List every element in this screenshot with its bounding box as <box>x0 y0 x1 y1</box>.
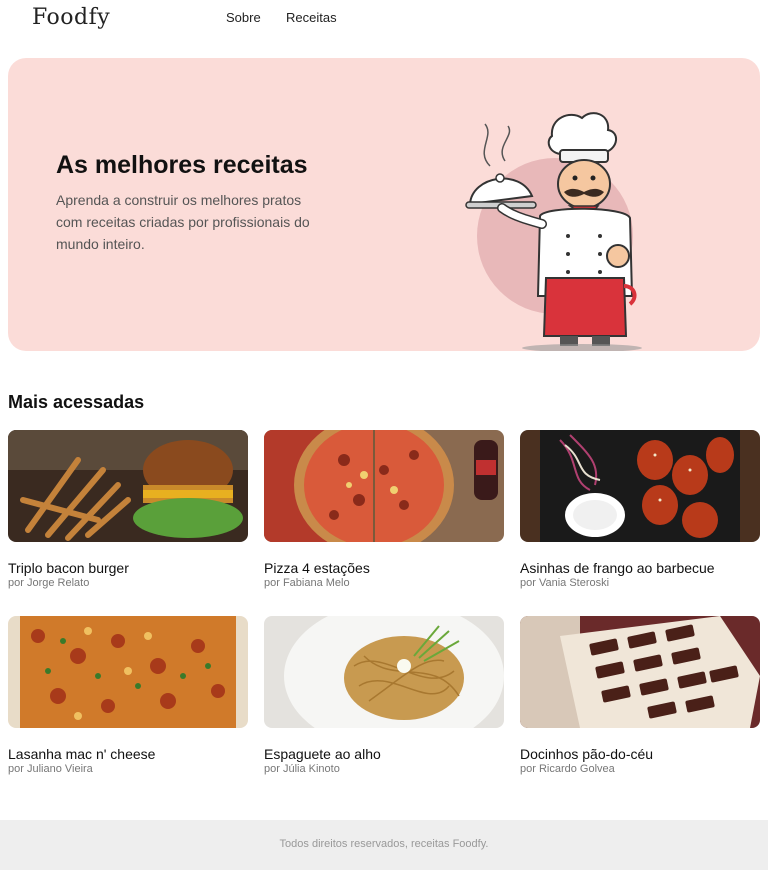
recipe-author: por Ricardo Golvea <box>520 763 615 775</box>
recipe-title[interactable]: Asinhas de frango ao barbecue <box>520 560 715 576</box>
recipe-title[interactable]: Docinhos pão-do-céu <box>520 746 653 762</box>
footer-text: Todos direitos reservados, receitas Food… <box>279 838 489 850</box>
recipe-title[interactable]: Pizza 4 estações <box>264 560 370 576</box>
recipe-author: por Vania Steroski <box>520 577 610 589</box>
pizza-photo[interactable] <box>264 430 504 542</box>
header: Foodfy Sobre Receitas <box>0 0 768 40</box>
logo[interactable]: Foodfy <box>32 5 110 30</box>
recipe-card[interactable]: Docinhos pão-do-céu por Ricardo Golvea <box>520 616 760 776</box>
hero-description: Aprenda a construir os melhores pratos c… <box>56 192 310 252</box>
chocolates-photo[interactable] <box>520 616 760 728</box>
chicken-wings-photo[interactable] <box>520 430 760 542</box>
lasagna-photo[interactable] <box>8 616 248 728</box>
nav-link-recipes[interactable]: Receitas <box>286 10 337 25</box>
burger-photo[interactable] <box>8 430 248 542</box>
nav-link-about[interactable]: Sobre <box>226 10 261 25</box>
recipe-card[interactable]: Triplo bacon burger por Jorge Relato <box>8 430 248 590</box>
recipe-author: por Juliano Vieira <box>8 763 93 775</box>
recipe-title[interactable]: Lasanha mac n' cheese <box>8 746 155 762</box>
recipe-card[interactable]: Espaguete ao alho por Júlia Kinoto <box>264 616 504 776</box>
recipe-title[interactable]: Triplo bacon burger <box>8 560 129 576</box>
chef-illustration <box>465 112 642 351</box>
section-title: Mais acessadas <box>8 392 145 412</box>
footer: Todos direitos reservados, receitas Food… <box>0 820 768 870</box>
recipe-author: por Júlia Kinoto <box>264 763 340 775</box>
recipe-card[interactable]: Lasanha mac n' cheese por Juliano Vieira <box>8 616 248 776</box>
recipe-author: por Jorge Relato <box>8 577 90 589</box>
recipe-card[interactable]: Pizza 4 estações por Fabiana Melo <box>264 430 504 590</box>
spaghetti-photo[interactable] <box>264 616 504 728</box>
hero-title: As melhores receitas <box>56 151 308 179</box>
hero-banner: As melhores receitas Aprenda a construir… <box>8 58 760 351</box>
recipe-author: por Fabiana Melo <box>264 577 350 589</box>
recipe-title[interactable]: Espaguete ao alho <box>264 746 381 762</box>
recipe-card[interactable]: Asinhas de frango ao barbecue por Vania … <box>520 430 760 590</box>
